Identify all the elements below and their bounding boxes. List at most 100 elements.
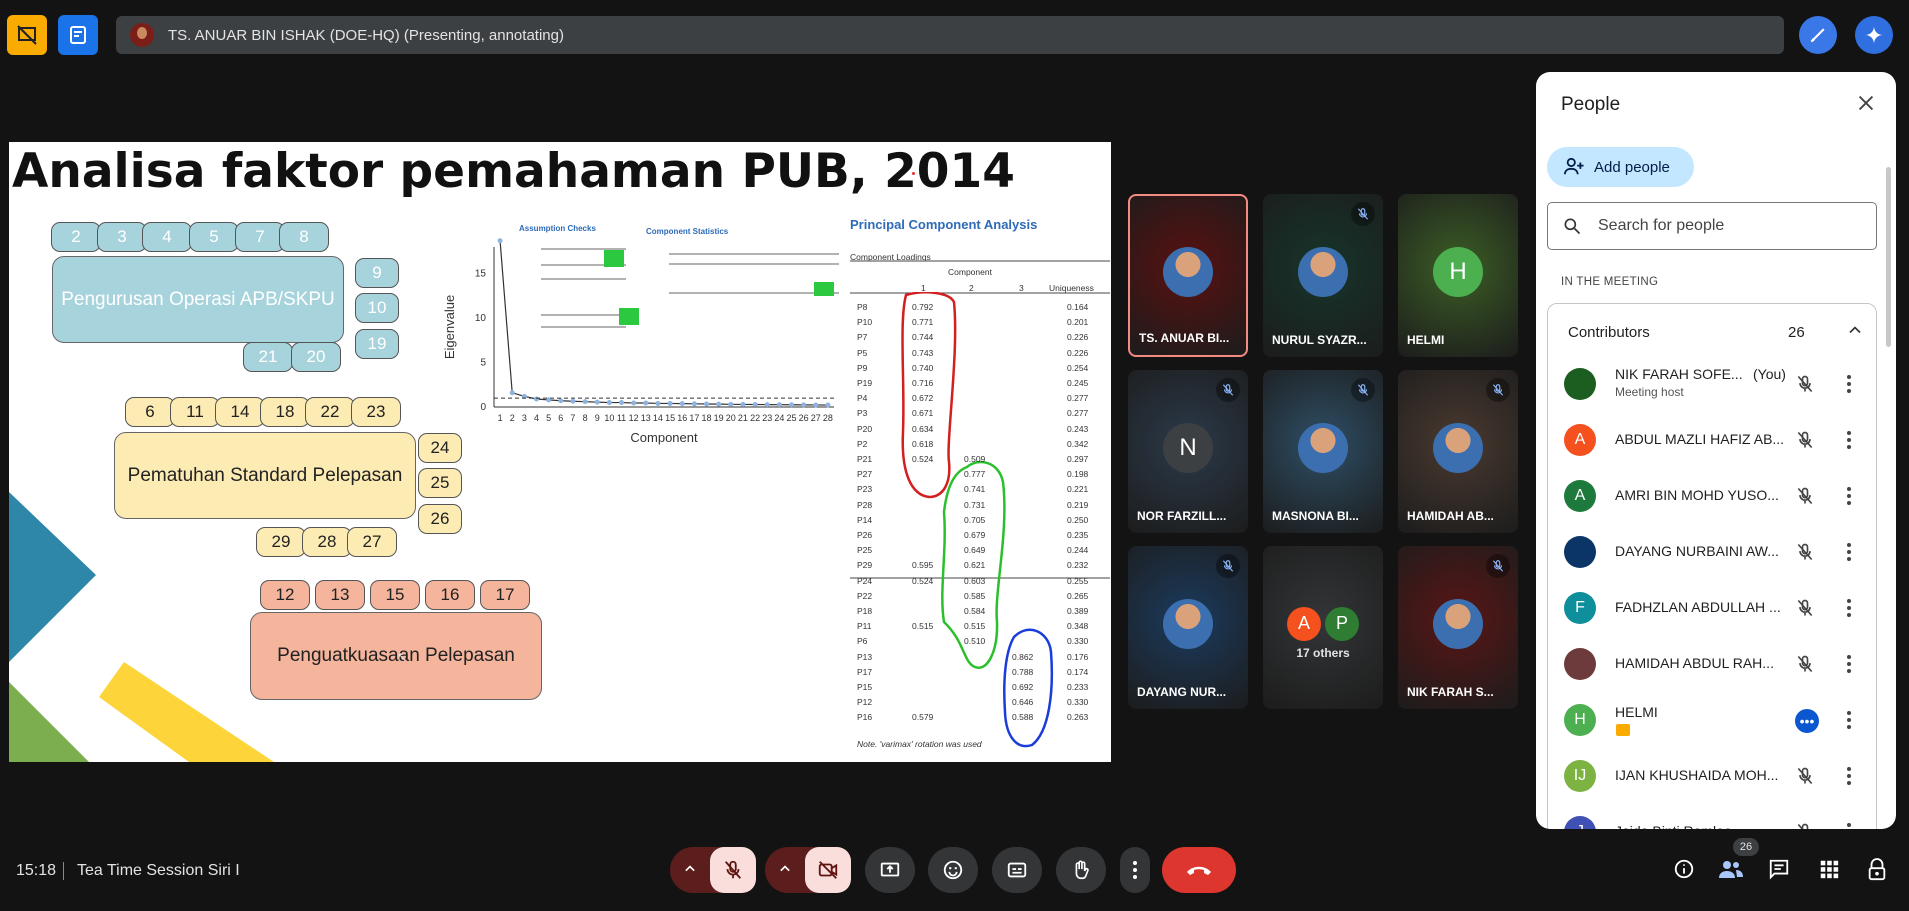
activities-icon[interactable]	[1818, 858, 1840, 885]
participant-row[interactable]: A AMRI BIN MOHD YUSO...	[1548, 468, 1878, 524]
factor-hex: 21	[243, 342, 293, 372]
participant-tile[interactable]: H HELMI	[1398, 194, 1518, 357]
pca-cell: 0.595	[912, 560, 934, 571]
pca-cell: P14	[857, 514, 873, 525]
avatar: J	[1564, 816, 1596, 829]
chat-icon[interactable]	[1768, 858, 1790, 885]
scree-point	[497, 238, 503, 244]
more-vert-icon[interactable]	[1846, 486, 1852, 511]
mic-off-icon[interactable]	[1795, 598, 1815, 623]
mic-off-icon[interactable]	[1795, 822, 1815, 829]
people-button[interactable]	[1718, 858, 1744, 885]
participant-row[interactable]: NIK FARAH SOFE... Meeting host (You)	[1548, 356, 1878, 412]
meeting-info-icon[interactable]	[1673, 858, 1695, 885]
group2-box: Pematuhan Standard Pelepasan	[114, 432, 416, 519]
host-controls-icon[interactable]	[1866, 858, 1888, 887]
pca-cell: P17	[857, 666, 873, 677]
pca-cell: P3	[857, 408, 868, 419]
pca-cell: P8	[857, 302, 868, 312]
panel-scrollbar[interactable]	[1886, 167, 1891, 347]
mic-off-icon[interactable]	[1795, 486, 1815, 511]
scree-xtick: 26	[799, 413, 809, 423]
more-vert-icon[interactable]	[1846, 598, 1852, 623]
participant-row[interactable]: J Jaida Binti Ramlee	[1548, 804, 1878, 829]
more-vert-icon[interactable]	[1846, 430, 1852, 455]
more-vert-icon	[1133, 861, 1137, 879]
mic-off-icon	[1351, 378, 1375, 402]
chevron-up-icon[interactable]	[1845, 320, 1865, 345]
reactions-button[interactable]	[928, 847, 978, 893]
annotate-pen-icon[interactable]	[1799, 16, 1837, 54]
close-icon[interactable]	[1855, 92, 1877, 119]
people-icon	[1719, 861, 1743, 878]
search-placeholder: Search for people	[1598, 217, 1725, 234]
gemini-sparkle-icon[interactable]	[1855, 16, 1893, 54]
participant-row[interactable]: IJ IJAN KHUSHAIDA MOH...	[1548, 748, 1878, 804]
pca-cell: 0.297	[1067, 454, 1089, 464]
pca-cell: 0.342	[1067, 438, 1089, 449]
participant-row[interactable]: A ABDUL MAZLI HAFIZ AB...	[1548, 412, 1878, 468]
participant-row[interactable]: H HELMI •••	[1548, 692, 1878, 748]
search-people-input[interactable]: Search for people	[1547, 202, 1877, 250]
more-vert-icon[interactable]	[1846, 710, 1852, 735]
mic-off-icon[interactable]	[1795, 766, 1815, 791]
scree-xtick: 24	[774, 413, 784, 423]
more-vert-icon[interactable]	[1846, 374, 1852, 399]
mic-off-icon[interactable]	[1795, 542, 1815, 567]
factor-hex: 25	[418, 468, 462, 498]
participant-tile[interactable]: TS. ANUAR BI...	[1128, 194, 1248, 357]
camera-toggle-button[interactable]	[805, 847, 851, 893]
more-vert-icon[interactable]	[1846, 822, 1852, 829]
mic-control-group	[670, 847, 756, 893]
more-vert-icon[interactable]	[1846, 542, 1852, 567]
scree-point	[789, 402, 794, 408]
participant-tile[interactable]: NIK FARAH S...	[1398, 546, 1518, 709]
leave-call-button[interactable]	[1162, 847, 1236, 893]
participant-tile[interactable]: NURUL SYAZR...	[1263, 194, 1383, 357]
meeting-activity-icon[interactable]	[7, 15, 47, 55]
more-options-button[interactable]	[1120, 847, 1150, 893]
scree-xtick: 8	[583, 413, 588, 423]
participant-tile[interactable]: A P 17 others	[1263, 546, 1383, 709]
mic-off-icon[interactable]	[1795, 654, 1815, 679]
avatar: H	[1564, 704, 1596, 736]
captions-button[interactable]	[992, 847, 1042, 893]
avatar	[1298, 422, 1348, 473]
pca-cell: 0.646	[1012, 697, 1034, 708]
pca-cell: 0.198	[1067, 469, 1089, 480]
notes-icon[interactable]	[58, 15, 98, 55]
add-person-icon	[1564, 157, 1584, 175]
camera-options-chevron-icon[interactable]	[775, 859, 795, 884]
scree-point	[594, 399, 600, 405]
mic-options-chevron-icon[interactable]	[680, 859, 700, 884]
more-vert-icon[interactable]	[1846, 654, 1852, 679]
mouse-cursor-icon: ↖	[397, 650, 408, 664]
scree-xtick: 11	[617, 413, 626, 423]
pca-cell: P25	[857, 545, 873, 556]
raise-hand-button[interactable]	[1056, 847, 1106, 893]
mic-off-icon[interactable]	[1795, 430, 1815, 455]
participant-tile[interactable]: N NOR FARZILL...	[1128, 370, 1248, 533]
participant-row[interactable]: HAMIDAH ABDUL RAH...	[1548, 636, 1878, 692]
group1-box: Pengurusan Operasi APB/SKPU	[52, 256, 344, 343]
mic-off-icon[interactable]	[1795, 374, 1815, 399]
factor-hex: 13	[315, 580, 365, 610]
avatar: A	[1564, 480, 1596, 512]
participant-tile[interactable]: DAYANG NUR...	[1128, 546, 1248, 709]
participant-tile[interactable]: HAMIDAH AB...	[1398, 370, 1518, 533]
scree-xtick: 3	[522, 413, 527, 423]
contributors-label: Contributors	[1568, 324, 1650, 341]
participant-row[interactable]: DAYANG NURBAINI AW...	[1548, 524, 1878, 580]
pca-cell: 0.254	[1067, 362, 1089, 373]
mic-toggle-button[interactable]	[710, 847, 756, 893]
participant-row[interactable]: F FADHZLAN ABDULLAH ...	[1548, 580, 1878, 636]
pca-cell: P22	[857, 590, 873, 601]
participant-tile[interactable]: MASNONA BI...	[1263, 370, 1383, 533]
scree-ytick: 15	[475, 269, 487, 280]
add-people-button[interactable]: Add people	[1547, 147, 1694, 187]
pca-cell: 0.515	[964, 621, 986, 632]
more-vert-icon[interactable]	[1846, 766, 1852, 791]
participant-name: ABDUL MAZLI HAFIZ AB...	[1615, 431, 1785, 447]
present-screen-button[interactable]	[865, 847, 915, 893]
participant-name: HAMIDAH AB...	[1407, 509, 1494, 523]
